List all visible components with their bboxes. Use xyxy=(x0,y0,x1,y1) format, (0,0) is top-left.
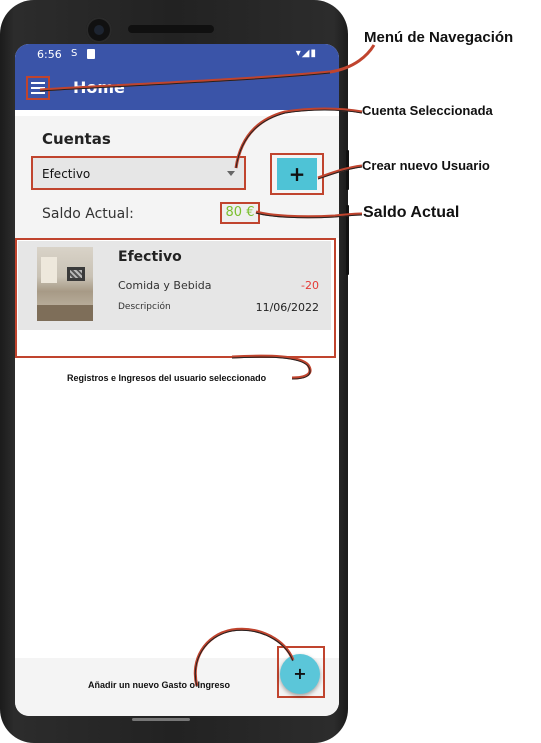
record-amount: -20 xyxy=(301,279,319,292)
record-item[interactable]: Efectivo Comida y Bebida -20 Descripción… xyxy=(18,241,331,330)
annotation-menu: Menú de Navegación xyxy=(364,29,514,46)
status-bar: 6:56 S ▾◢▮ xyxy=(15,44,339,66)
account-select-value: Efectivo xyxy=(42,167,91,181)
power-button xyxy=(346,150,349,190)
sd-card-icon xyxy=(87,49,95,59)
status-time: 6:56 xyxy=(37,48,62,61)
hamburger-icon xyxy=(31,82,45,84)
record-description: Descripción xyxy=(118,302,171,312)
balance-value: 80 € xyxy=(220,202,260,224)
main-content: Cuentas Efectivo + Saldo Actual: 80 € Ef… xyxy=(15,116,339,716)
record-thumbnail xyxy=(37,247,93,321)
add-entry-fab[interactable]: + xyxy=(280,654,320,694)
record-title: Efectivo xyxy=(118,249,182,265)
home-indicator xyxy=(132,718,190,721)
signal-battery-icon: ▾◢▮ xyxy=(295,48,317,59)
add-user-highlight: + xyxy=(270,153,324,195)
phone-frame: 6:56 S ▾◢▮ Home Cuentas Efectivo + Saldo… xyxy=(0,0,349,743)
record-category: Comida y Bebida xyxy=(118,279,212,292)
records-list: Efectivo Comida y Bebida -20 Descripción… xyxy=(15,238,339,658)
add-user-button[interactable]: + xyxy=(277,158,317,190)
hamburger-menu-button[interactable] xyxy=(26,76,50,100)
annotation-new-entry: Añadir un nuevo Gasto o Ingreso xyxy=(88,680,231,690)
annotation-records: Registros e Ingresos del usuario selecci… xyxy=(67,373,267,383)
app-bar: Home xyxy=(15,66,339,110)
record-date: 11/06/2022 xyxy=(255,301,319,314)
accounts-label: Cuentas xyxy=(42,130,111,148)
hamburger-icon-line xyxy=(31,87,45,89)
annotation-selected-account: Cuenta Seleccionada xyxy=(362,103,493,118)
sync-icon: S xyxy=(71,48,78,59)
front-camera xyxy=(86,17,112,43)
thumbnail-window xyxy=(41,257,57,283)
dropdown-arrow-icon xyxy=(227,171,235,176)
speaker-grille xyxy=(128,25,214,33)
page-title: Home xyxy=(73,78,125,97)
balance-label: Saldo Actual: xyxy=(42,206,134,222)
volume-button xyxy=(346,205,349,275)
annotation-balance: Saldo Actual xyxy=(363,204,460,221)
annotation-new-user: Crear nuevo Usuario xyxy=(362,158,490,173)
account-select[interactable]: Efectivo xyxy=(31,156,246,190)
hamburger-icon-line xyxy=(31,92,45,94)
thumbnail-floor xyxy=(37,305,93,321)
thumbnail-tv xyxy=(67,267,85,281)
